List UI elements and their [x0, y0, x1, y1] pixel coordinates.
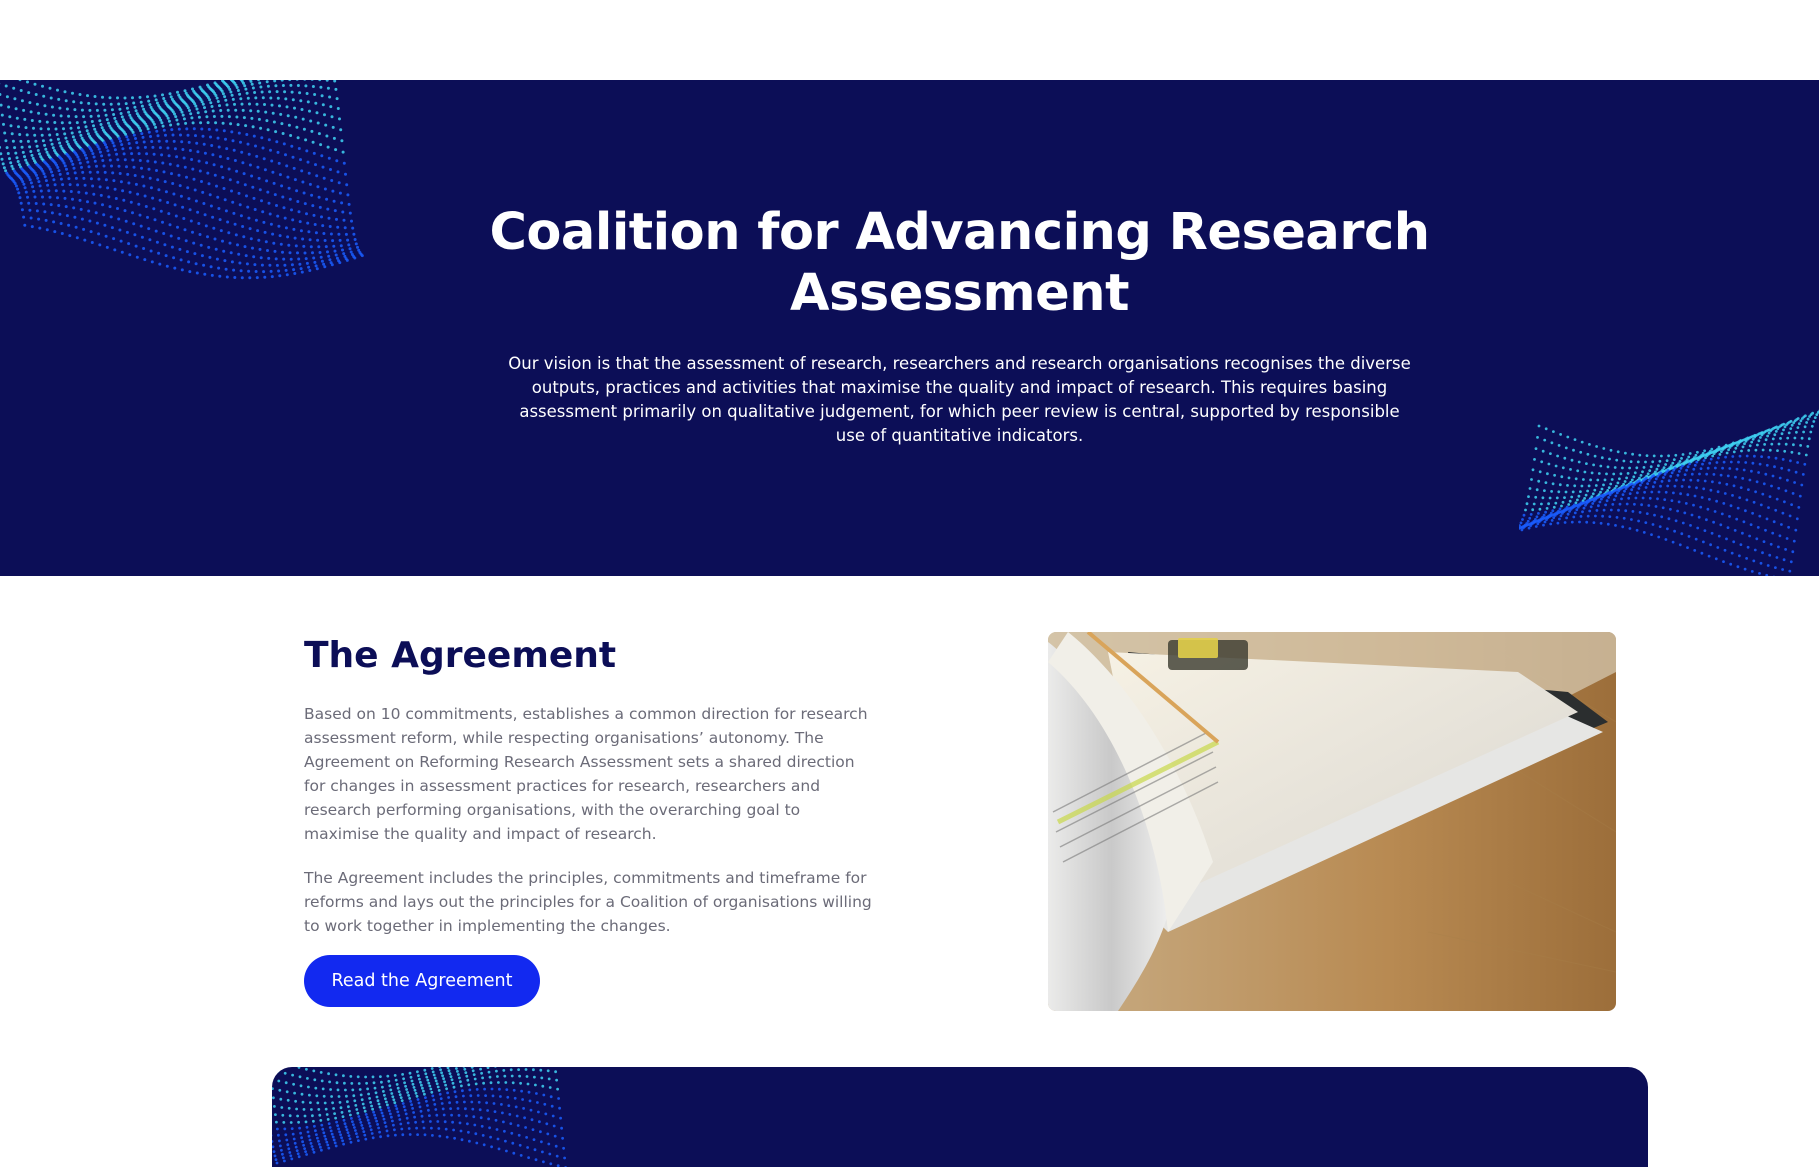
hero-title: Coalition for Advancing Research Assessm…	[430, 202, 1489, 324]
hero-title-line-1: Coalition for Advancing Research	[489, 203, 1430, 262]
agreement-paragraph-1: Based on 10 commitments, establishes a c…	[304, 705, 868, 843]
dotted-wave-decoration-bottom-right	[1519, 409, 1819, 576]
read-agreement-button[interactable]: Read the Agreement	[304, 955, 540, 1007]
open-book-illustration	[1048, 632, 1616, 1011]
hero-vision-text: Our vision is that the assessment of res…	[508, 354, 1411, 445]
top-header-bar	[0, 0, 1819, 80]
agreement-paragraph-2: The Agreement includes the principles, c…	[304, 869, 872, 935]
agreement-title: The Agreement	[304, 635, 617, 676]
open-book-photo	[1048, 632, 1616, 1011]
bottom-navy-card	[272, 1067, 1648, 1167]
dotted-wave-decoration-bottom-card	[272, 1067, 567, 1167]
hero-title-line-2: Assessment	[790, 264, 1129, 323]
hero-banner: Coalition for Advancing Research Assessm…	[0, 80, 1819, 576]
dotted-wave-decoration-top-left	[0, 80, 364, 280]
